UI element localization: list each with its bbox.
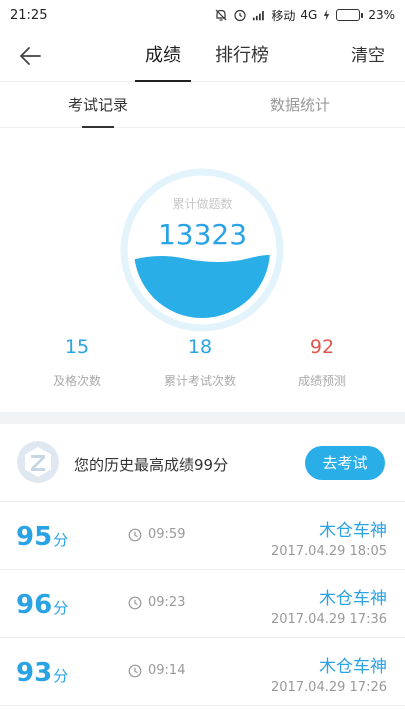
record-score-value: 95 <box>16 522 53 552</box>
clock-icon <box>128 528 142 541</box>
best-score-banner: 您的历史最高成绩99分 去考试 <box>0 424 405 502</box>
tab-score[interactable]: 成绩 <box>135 30 191 82</box>
arrow-left-icon <box>20 47 41 65</box>
record-score-value: 96 <box>16 590 53 620</box>
sub-tabs: 考试记录 数据统计 <box>0 82 405 128</box>
best-score-text: 您的历史最高成绩99分 <box>74 456 229 474</box>
prediction-metric: 92 成绩预测 <box>267 336 377 389</box>
nav-bar: 成绩 排行榜 清空 <box>0 30 405 82</box>
exam-count-label: 累计考试次数 <box>163 374 236 388</box>
stats-panel: 累计做题数 13323 15 及格次数 18 累计考试次数 92 成绩预测 <box>0 128 405 412</box>
clock-icon <box>128 596 142 609</box>
record-score-unit: 分 <box>53 599 69 617</box>
gauge-label: 累计做题数 <box>172 197 233 211</box>
record-score-value: 93 <box>16 658 53 688</box>
prediction-value: 92 <box>309 336 335 358</box>
status-time: 21:25 <box>10 7 48 23</box>
tab-exam-records[interactable]: 考试记录 <box>68 82 128 128</box>
signal-icon <box>253 11 265 21</box>
record-row[interactable]: 93分 09:14 木仓车神 2017.04.29 17:26 <box>0 639 405 706</box>
record-user-name: 木仓车神 <box>319 589 387 609</box>
badge-icon <box>17 441 59 483</box>
record-score-unit: 分 <box>53 531 69 549</box>
network-label: 4G <box>300 8 318 22</box>
pass-count-metric: 15 及格次数 <box>22 336 132 389</box>
record-date: 2017.04.29 18:05 <box>270 544 387 559</box>
prediction-label: 成绩预测 <box>297 374 346 388</box>
pass-count-label: 及格次数 <box>52 374 101 388</box>
tab-ranking[interactable]: 排行榜 <box>215 30 269 82</box>
record-duration-text: 09:14 <box>148 663 186 678</box>
record-date: 2017.04.29 17:26 <box>270 680 387 695</box>
take-exam-button[interactable]: 去考试 <box>305 446 385 480</box>
record-score: 96分 <box>16 590 68 620</box>
clock-icon <box>128 664 142 677</box>
exam-count-value: 18 <box>187 336 213 358</box>
carrier-label: 移动 <box>271 8 296 23</box>
alarm-icon <box>234 9 246 22</box>
record-row[interactable]: 95分 09:59 木仓车神 2017.04.29 18:05 <box>0 503 405 570</box>
record-user-name: 木仓车神 <box>319 521 387 541</box>
section-divider <box>0 412 405 424</box>
record-score: 95分 <box>16 522 68 552</box>
exam-count-metric: 18 累计考试次数 <box>145 336 255 389</box>
record-score: 93分 <box>16 658 68 688</box>
record-user-name: 木仓车神 <box>319 657 387 677</box>
record-row[interactable]: 96分 09:23 木仓车神 2017.04.29 17:36 <box>0 571 405 638</box>
record-duration-text: 09:23 <box>148 595 186 610</box>
record-duration-text: 09:59 <box>148 527 186 542</box>
mute-icon <box>215 9 227 21</box>
record-duration: 09:23 <box>128 595 185 610</box>
tab-data-stats[interactable]: 数据统计 <box>270 82 330 128</box>
clear-button[interactable]: 清空 <box>351 30 385 82</box>
battery-percent: 23% <box>368 8 395 22</box>
gauge-value: 13323 <box>157 218 248 251</box>
battery-icon <box>336 9 364 21</box>
record-score-unit: 分 <box>53 667 69 685</box>
status-icons: 移动 4G 23% <box>214 7 395 24</box>
charging-icon <box>324 9 330 21</box>
record-date: 2017.04.29 17:36 <box>270 612 387 627</box>
status-bar: 21:25 移动 4G 23% <box>0 0 405 30</box>
pass-count-value: 15 <box>64 336 90 358</box>
back-button[interactable] <box>12 40 48 72</box>
record-duration: 09:59 <box>128 527 185 542</box>
record-duration: 09:14 <box>128 663 185 678</box>
